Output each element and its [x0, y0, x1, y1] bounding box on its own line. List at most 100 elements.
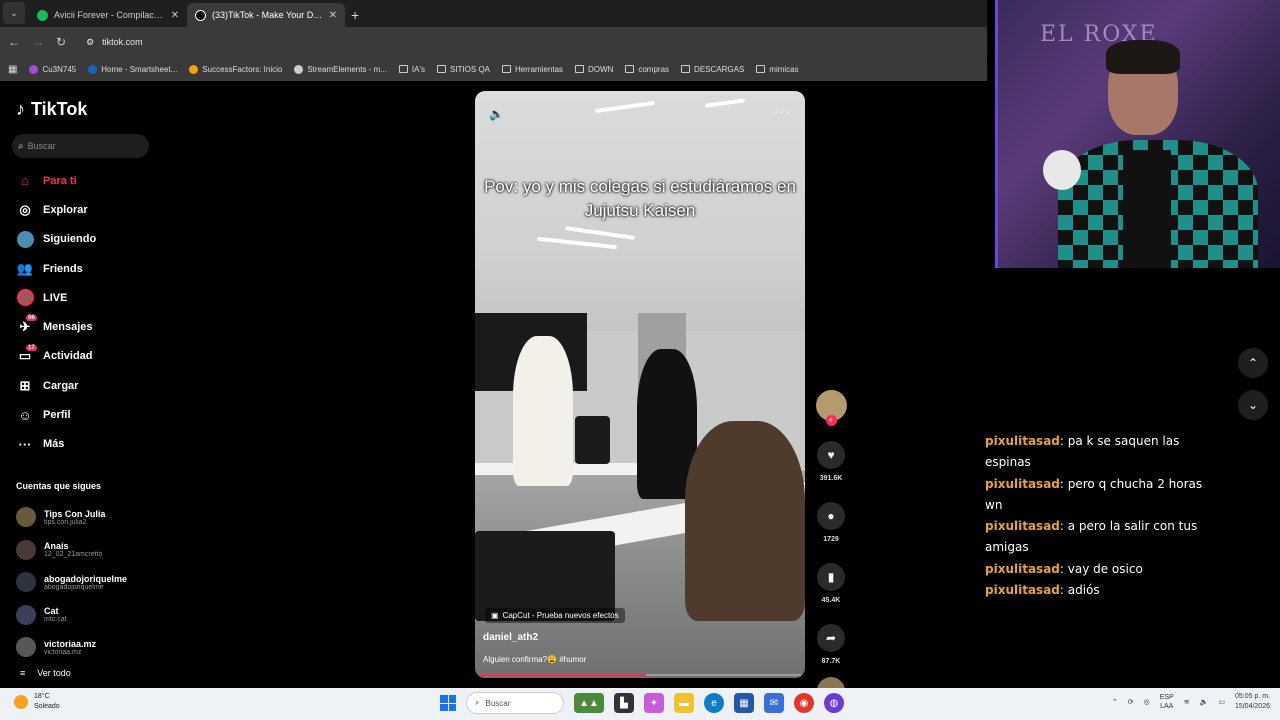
streamer-shirt — [1123, 150, 1171, 268]
sync-icon[interactable]: ⟳ — [1128, 698, 1134, 706]
video-author[interactable]: daniel_ath2 — [483, 632, 538, 643]
effect-label[interactable]: ▣ CapCut - Prueba nuevos efectos — [485, 608, 625, 623]
bookmark-folder[interactable]: DESCARGAS — [681, 65, 744, 74]
nav-item-friends[interactable]: 👥 Friends — [16, 254, 96, 283]
scene-person — [685, 421, 805, 621]
nav-item-mensajes[interactable]: ✈ 56 Mensajes — [16, 312, 96, 341]
bookmark-folder[interactable]: SITIOS QA — [437, 65, 490, 74]
messenger-icon[interactable]: ◍ — [824, 693, 844, 713]
copilot-icon[interactable]: ✦ — [644, 693, 664, 713]
nav-item-para-ti[interactable]: ⌂ Para ti — [16, 166, 96, 195]
chat-message: pixulitasad: a pero la salir con tus ami… — [985, 519, 1198, 555]
windows-taskbar: 18°C Soleado ⌕ Buscar ▲▲ ▙ ✦ ▬ e ▦ ✉ ◉ ◍ ⌃… — [0, 688, 1280, 720]
streamer-hair — [1106, 40, 1180, 74]
nav-item-live[interactable]: LIVE — [16, 283, 96, 312]
bookmark-folder[interactable]: compras — [625, 65, 669, 74]
tab-search-button[interactable]: ⌄ — [3, 2, 25, 24]
more-options-icon[interactable]: ··· — [774, 103, 791, 119]
folder-icon — [681, 65, 691, 73]
video-progress-bar[interactable] — [479, 674, 801, 676]
bookmark-icon — [294, 64, 304, 74]
nav-item-cargar[interactable]: ⊞ Cargar — [16, 371, 96, 400]
wifi-icon[interactable]: ≋ — [1184, 698, 1190, 706]
comment-icon: ● — [827, 509, 835, 523]
new-tab-button[interactable]: + — [351, 7, 359, 23]
following-account[interactable]: victoriaa.mz victoriaa.mz — [16, 631, 127, 664]
list-icon: ≡ — [20, 667, 26, 678]
nav-item-mas[interactable]: ··· Más — [16, 430, 96, 459]
save-button[interactable]: ▮ — [817, 563, 845, 591]
following-account[interactable]: Tips Con Julia tips.con.julia2 — [16, 501, 127, 534]
bookmark-item[interactable]: Home - Smartsheet... — [88, 64, 177, 74]
bookmark-item[interactable]: Cu3N745 — [29, 64, 76, 74]
tab-title: (33)TikTok - Make Your Day — [212, 10, 323, 20]
share-button[interactable]: ➦ — [817, 624, 845, 652]
search-icon: ⌕ — [475, 698, 480, 707]
like-button[interactable]: ♥ — [817, 441, 845, 469]
url-field[interactable]: ⚙ tiktok.com — [78, 31, 958, 53]
browser-tab[interactable]: Avicii Forever - Compilación de ✕ — [29, 3, 187, 27]
profile-icon: ☺ — [18, 407, 32, 423]
tiktok-logo[interactable]: ♪ TikTok — [16, 99, 87, 120]
volume-icon[interactable]: 🔈 — [1200, 698, 1209, 706]
scene-detail — [565, 226, 635, 240]
windows-start-icon[interactable] — [440, 695, 456, 711]
see-all-button[interactable]: ≡ Ver todo — [20, 668, 127, 678]
edge-icon[interactable]: e — [704, 693, 724, 713]
bookmark-folder[interactable]: Herramientas — [502, 65, 563, 74]
chrome-icon[interactable]: ◉ — [794, 693, 814, 713]
file-explorer-icon[interactable]: ▬ — [674, 693, 694, 713]
bookmark-folder[interactable]: IA's — [398, 65, 425, 74]
store-icon[interactable]: ▦ — [734, 693, 754, 713]
bookmark-folder[interactable]: DOWN — [575, 65, 613, 74]
search-input[interactable]: ⌕ Buscar — [12, 134, 149, 158]
next-video-button[interactable]: ⌄ — [1238, 390, 1268, 420]
reload-icon[interactable]: ↻ — [56, 35, 66, 49]
scene-detail — [704, 98, 746, 108]
clock[interactable]: 05:05 p. m. 15/04/2026 — [1235, 692, 1270, 712]
nav-item-explorar[interactable]: ◎ Explorar — [16, 195, 96, 224]
bookmark-item[interactable]: StreamElements - m... — [294, 64, 387, 74]
scene-person — [513, 336, 573, 486]
close-tab-icon[interactable]: ✕ — [329, 10, 337, 21]
nav-item-perfil[interactable]: ☺ Perfil — [16, 400, 96, 429]
bookmark-item[interactable]: SuccessFactors: Inicio — [189, 64, 282, 74]
chat-message: pixulitasad: vay de osico — [985, 561, 1143, 576]
nav-item-siguiendo[interactable]: Siguiendo — [16, 225, 96, 254]
volume-icon[interactable]: 🔈 — [489, 107, 504, 121]
taskbar-search[interactable]: ⌕ Buscar — [466, 692, 564, 714]
chevron-up-icon: ⌃ — [1247, 356, 1259, 370]
task-view-icon[interactable]: ▙ — [614, 693, 634, 713]
comment-button[interactable]: ● — [817, 502, 845, 530]
chevron-up-icon[interactable]: ⌃ — [1112, 698, 1118, 706]
previous-video-button[interactable]: ⌃ — [1238, 348, 1268, 378]
tab-title: Avicii Forever - Compilación de — [54, 10, 165, 20]
mail-icon[interactable]: ✉ — [764, 693, 784, 713]
site-info-icon[interactable]: ⚙ — [86, 37, 94, 48]
battery-icon[interactable]: ▭ — [1218, 698, 1225, 706]
video-caption: Pov: yo y mis colegas si estudiáramos en… — [484, 177, 796, 220]
following-account[interactable]: abogadojoriquelme abogadojoriquelme — [16, 566, 127, 599]
follow-plus-icon[interactable]: + — [825, 415, 837, 426]
trees-widget-icon[interactable]: ▲▲ — [574, 693, 604, 713]
browser-tab-active[interactable]: (33)TikTok - Make Your Day ✕ — [187, 3, 345, 27]
bookmark-folder[interactable]: mimicas — [756, 65, 799, 74]
avatar — [16, 572, 36, 593]
apps-icon[interactable]: ▦ — [8, 64, 17, 75]
address-toolbar: ← → ↻ ⚙ tiktok.com — [0, 27, 987, 57]
creator-avatar[interactable]: + — [815, 390, 847, 426]
forward-icon[interactable]: → — [32, 35, 44, 49]
video-actions: + ♥ 391.6K ● 1729 ▮ 45.4K ➦ 87.7K — [815, 390, 847, 705]
weather-widget[interactable]: 18°C Soleado — [14, 692, 60, 712]
close-tab-icon[interactable]: ✕ — [171, 10, 179, 21]
chat-message: pixulitasad: adiós — [985, 583, 1100, 598]
back-icon[interactable]: ← — [8, 35, 20, 49]
edge-tray-icon[interactable]: ◎ — [1144, 698, 1150, 706]
search-icon: ⌕ — [18, 140, 24, 152]
language-indicator[interactable]: ESP LAA — [1160, 693, 1174, 711]
following-account[interactable]: Anaís 12_02_21amcretto — [16, 534, 127, 567]
video-player[interactable]: Pov: yo y mis colegas si estudiáramos en… — [475, 91, 805, 678]
following-account[interactable]: Cat mtc.cat — [16, 599, 127, 632]
upload-icon: ⊞ — [19, 377, 31, 393]
nav-item-actividad[interactable]: ▭ 17 Actividad — [16, 342, 96, 371]
